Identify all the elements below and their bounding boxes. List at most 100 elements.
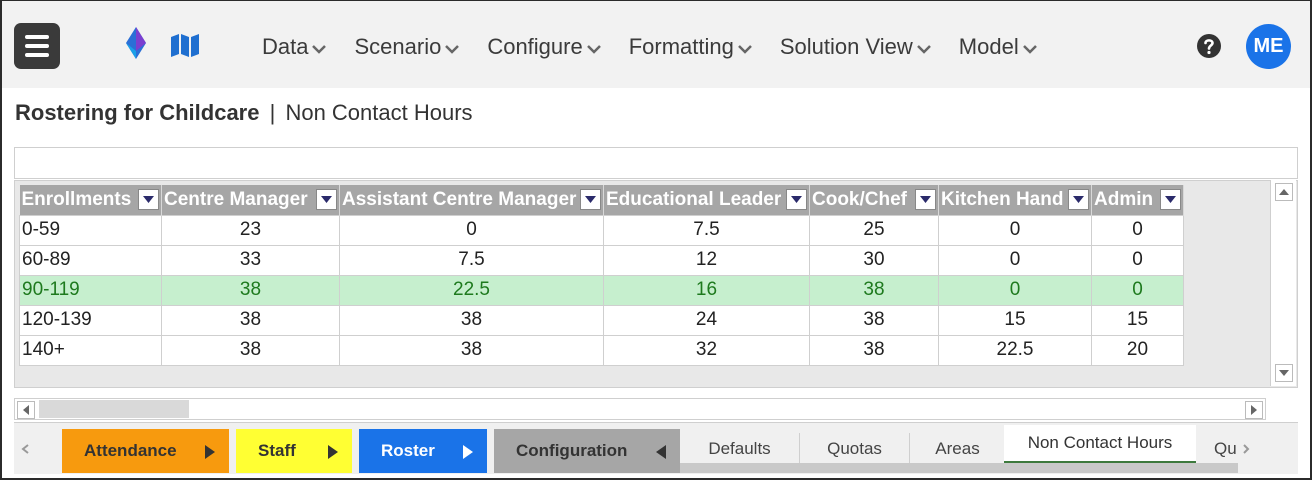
tab-non-contact-hours[interactable]: Non Contact Hours [1004, 425, 1196, 465]
table-row[interactable]: 0-59 23 0 7.5 25 0 0 [19, 214, 1184, 246]
tab-roster[interactable]: Roster [359, 429, 487, 473]
table-cell[interactable]: 32 [603, 334, 810, 366]
nav-scenario[interactable]: Scenario [354, 31, 460, 63]
table-row[interactable]: 60-89 33 7.5 12 30 0 0 [19, 244, 1184, 276]
expand-arrow-icon[interactable] [463, 445, 473, 459]
app-logo-icon[interactable] [120, 25, 152, 61]
table-cell[interactable]: 38 [809, 274, 939, 306]
table-cell[interactable]: 60-89 [19, 244, 162, 276]
expand-arrow-icon[interactable] [328, 445, 338, 459]
scroll-up-arrow-icon[interactable] [1275, 183, 1293, 201]
table-cell[interactable]: 0 [1091, 274, 1184, 306]
tab-scroll-left-icon[interactable] [18, 439, 32, 459]
table-cell[interactable]: 0 [1091, 244, 1184, 276]
column-header-label: Kitchen Hand [941, 188, 1064, 210]
avatar[interactable]: ME [1246, 24, 1291, 69]
filter-dropdown-icon[interactable] [1068, 189, 1089, 211]
table-cell[interactable]: 90-119 [19, 274, 162, 306]
tab-truncated[interactable]: Qu [1214, 433, 1244, 465]
filter-dropdown-icon[interactable] [786, 189, 807, 211]
filter-dropdown-icon[interactable] [915, 189, 936, 211]
sheet-tab-bar: Attendance Staff Roster Configuration De… [14, 422, 1298, 474]
chevron-down-icon [445, 45, 460, 54]
table-cell[interactable]: 25 [809, 214, 939, 246]
scroll-left-arrow-icon[interactable] [17, 401, 35, 419]
tab-quotas[interactable]: Quotas [800, 433, 910, 465]
nav-formatting[interactable]: Formatting [629, 31, 752, 63]
horizontal-scrollbar[interactable] [14, 398, 1266, 420]
table-cell[interactable]: 24 [603, 304, 810, 336]
tab-configuration-label: Configuration [516, 441, 628, 460]
table-cell[interactable]: 15 [938, 304, 1092, 336]
table-cell[interactable]: 38 [339, 304, 604, 336]
table-cell[interactable]: 0 [938, 244, 1092, 276]
column-header[interactable]: Centre Manager [161, 185, 340, 215]
table-cell[interactable]: 20 [1091, 334, 1184, 366]
tab-staff[interactable]: Staff [236, 429, 352, 473]
table-cell[interactable]: 7.5 [339, 244, 604, 276]
table-cell[interactable]: 0 [1091, 214, 1184, 246]
vertical-scrollbar[interactable] [1270, 180, 1296, 386]
help-icon[interactable] [1196, 33, 1222, 59]
nav-model[interactable]: Model [959, 31, 1037, 63]
filter-dropdown-icon[interactable] [138, 189, 159, 211]
chevron-down-icon [586, 45, 601, 54]
column-header[interactable]: Enrollments [19, 185, 162, 215]
column-header[interactable]: Educational Leader [603, 185, 810, 215]
table-row[interactable]: 140+ 38 38 32 38 22.5 20 [19, 334, 1184, 366]
scroll-right-arrow-icon[interactable] [1245, 401, 1263, 419]
nav-data[interactable]: Data [262, 31, 327, 63]
table-cell[interactable]: 15 [1091, 304, 1184, 336]
table-cell[interactable]: 0 [339, 214, 604, 246]
table-cell[interactable]: 38 [809, 304, 939, 336]
table-cell[interactable]: 16 [603, 274, 810, 306]
nav-solution-view[interactable]: Solution View [780, 31, 931, 63]
column-header[interactable]: Admin [1091, 185, 1184, 215]
table-cell[interactable]: 38 [161, 334, 340, 366]
tab-scroll-right-icon[interactable] [1242, 443, 1250, 455]
table-cell[interactable]: 0-59 [19, 214, 162, 246]
column-header[interactable]: Cook/Chef [809, 185, 939, 215]
table-cell[interactable]: 30 [809, 244, 939, 276]
expand-arrow-icon[interactable] [205, 445, 215, 459]
table-cell[interactable]: 38 [161, 274, 340, 306]
table-cell[interactable]: 22.5 [938, 334, 1092, 366]
column-header[interactable]: Assistant Centre Manager [339, 185, 604, 215]
filter-dropdown-icon[interactable] [1160, 189, 1181, 211]
column-header-label: Enrollments [21, 188, 132, 210]
scrollbar-track [39, 400, 189, 418]
scroll-down-arrow-icon[interactable] [1275, 364, 1293, 382]
tab-configuration[interactable]: Configuration [494, 429, 680, 473]
table-row-selected[interactable]: 90-119 38 22.5 16 38 0 0 [19, 274, 1184, 306]
table-cell[interactable]: 0 [938, 214, 1092, 246]
table-cell[interactable]: 0 [938, 274, 1092, 306]
top-navbar: Data Scenario Configure Formatting Solut… [2, 1, 1310, 88]
tab-non-contact-hours-label: Non Contact Hours [1027, 433, 1173, 452]
header-row: Enrollments Centre Manager Assistant Cen… [19, 185, 1184, 215]
nav-configure[interactable]: Configure [487, 31, 601, 63]
table-cell[interactable]: 38 [339, 334, 604, 366]
tab-areas[interactable]: Areas [910, 433, 1006, 465]
table-cell[interactable]: 23 [161, 214, 340, 246]
table-cell[interactable]: 33 [161, 244, 340, 276]
filter-dropdown-icon[interactable] [580, 189, 601, 211]
map-icon[interactable] [170, 33, 200, 57]
filter-dropdown-icon[interactable] [316, 189, 337, 211]
page-title: Rostering for Childcare | Non Contact Ho… [15, 100, 473, 126]
collapse-arrow-icon[interactable] [656, 445, 666, 459]
table-cell[interactable]: 22.5 [339, 274, 604, 306]
table-cell[interactable]: 140+ [19, 334, 162, 366]
table-cell[interactable]: 7.5 [603, 214, 810, 246]
table-cell[interactable]: 120-139 [19, 304, 162, 336]
table-cell[interactable]: 38 [809, 334, 939, 366]
formula-bar[interactable] [14, 147, 1298, 179]
table-cell[interactable]: 38 [161, 304, 340, 336]
hamburger-menu-icon[interactable] [14, 23, 60, 69]
column-header[interactable]: Kitchen Hand [938, 185, 1092, 215]
tab-truncated-label: Qu [1214, 439, 1237, 458]
tab-attendance[interactable]: Attendance [62, 429, 229, 473]
tab-defaults[interactable]: Defaults [680, 433, 800, 465]
table-row[interactable]: 120-139 38 38 24 38 15 15 [19, 304, 1184, 336]
column-header-label: Assistant Centre Manager [342, 188, 577, 210]
table-cell[interactable]: 12 [603, 244, 810, 276]
